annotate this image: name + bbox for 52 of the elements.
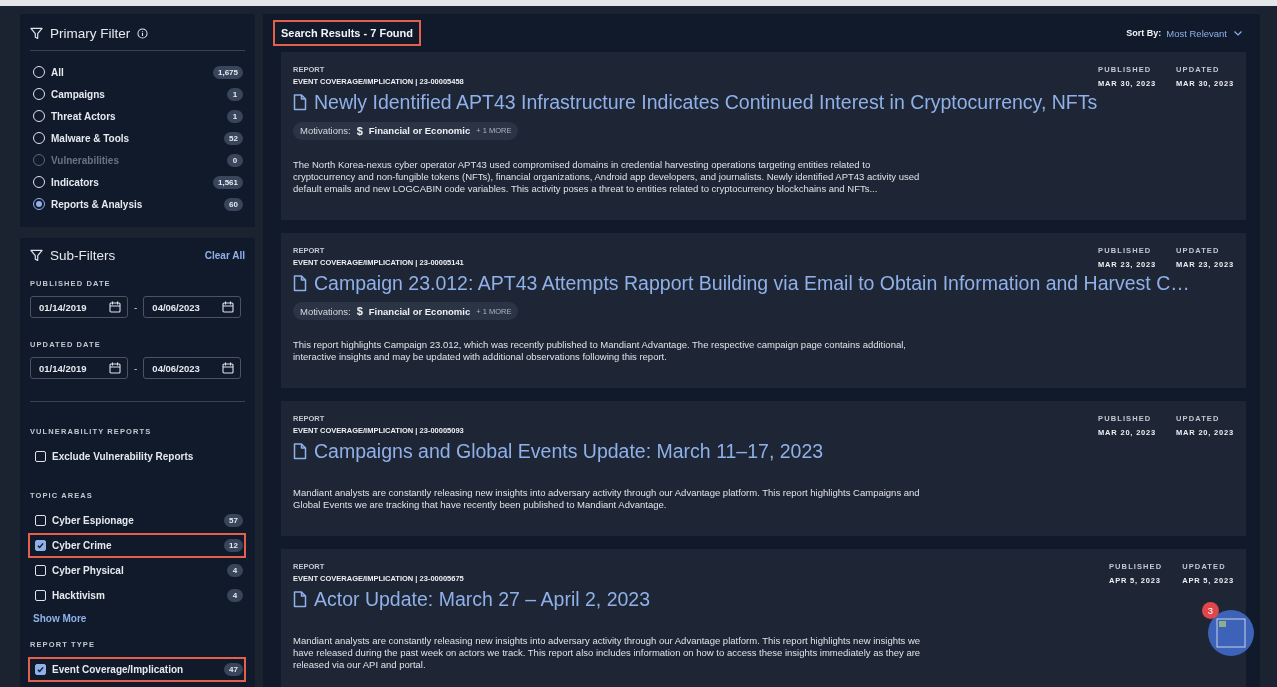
sort-label: Sort By: [1126, 28, 1162, 38]
tag-value: Financial or Economic [368, 125, 471, 136]
sort-dropdown[interactable]: Most Relevant [1166, 27, 1242, 39]
radio-label[interactable]: Indicators [51, 176, 213, 188]
count-badge: 4 [227, 589, 243, 602]
count-badge: 1,675 [212, 65, 243, 79]
tag-value: Financial or Economic [368, 305, 471, 317]
checkbox-label[interactable]: Cyber Physical [52, 565, 227, 576]
count-badge: 60 [224, 197, 243, 211]
date-separator: - [134, 362, 138, 374]
checkbox-label[interactable]: Cyber Espionage [52, 515, 225, 526]
radio-label[interactable]: Threat Actors [51, 110, 227, 122]
date-separator: - [134, 301, 138, 313]
dollar-symbol: $ [356, 305, 363, 317]
tag-label: Motivations: [300, 305, 351, 317]
date-field[interactable]: 01/14/2019 [30, 296, 128, 318]
report-summary: This report highlights Campaign 23.012, which was recently published to Mandiant Advantage. The respective campaign page contains additional, interactive insights and may be updated with additional observations following this report. [293, 339, 907, 363]
count-badge: 52 [224, 131, 243, 145]
count-badge: 1,561 [212, 175, 243, 189]
radio-label[interactable]: All [51, 66, 213, 78]
date-field[interactable]: 04/06/2023 [143, 357, 242, 379]
count-badge: 1 [227, 87, 243, 101]
report-summary: Mandiant analysts are constantly releasing new insights into adversary activity through our Advantage platform. This report highlights new insights we have released during the past week on actors we track. This report also includes information on how to access these insights immediately as they are released via our API and portal. [293, 635, 922, 671]
count-badge: 57 [224, 514, 243, 527]
checkbox-label[interactable]: Cyber Crime [52, 540, 225, 551]
count-badge: 0 [227, 153, 243, 167]
count-badge: 12 [224, 539, 243, 552]
report-title-link[interactable]: Campaign 23.012: APT43 Attempts Rapport Building via Email to Obtain Information and Harvest C… [314, 271, 1190, 295]
checkbox-label[interactable]: Exclude Vulnerability Reports [52, 451, 243, 462]
results-heading: Search Results - 7 Found [273, 20, 422, 46]
radio-label[interactable]: Reports & Analysis [51, 198, 225, 210]
count-badge: 4 [227, 564, 243, 577]
checkbox-label[interactable]: Event Coverage/Implication [52, 664, 225, 675]
date-field[interactable]: 04/06/2023 [143, 296, 242, 318]
radio-label: Vulnerabilities [51, 154, 120, 166]
checkbox-label[interactable]: Hacktivism [52, 590, 227, 601]
report-title-link[interactable]: Campaigns and Global Events Update: March 11–17, 2023 [314, 440, 824, 463]
report-title-link[interactable]: Actor Update: March 27 – April 2, 2023 [314, 588, 651, 611]
report-summary: The North Korea-nexus cyber operator APT43 used compromised domains in credential harvesting operations targeting entities related to cryptocurrency and non-fungible tokens (NFTs), financial organizations, Android app developers, and journalists. Newly identified APT43 activity used default emails and new LOGCABIN code variables. This activity poses a threat to entities related to cryptocurrency blockchains and NFTs... [293, 158, 921, 195]
count-badge: 1 [227, 109, 243, 123]
count-badge: 47 [224, 663, 243, 676]
dollar-symbol: $ [356, 124, 363, 137]
report-title-link[interactable]: Newly Identified APT43 Infrastructure Indicates Continued Interest in Cryptocurrency, NFTs [314, 91, 1098, 114]
date-field[interactable]: 01/14/2019 [30, 357, 128, 379]
show-more-link[interactable]: Show More [33, 613, 87, 624]
clear-all-link[interactable]: Clear All [204, 250, 245, 261]
report-summary: Mandiant analysts are constantly releasing new insights into adversary activity through our Advantage platform. This report highlights Campaigns and Global Events we are tracking that have recently been published to Mandiant Advantage. [293, 487, 921, 511]
radio-label[interactable]: Campaigns [51, 88, 227, 100]
panel-title: Primary Filter [50, 26, 131, 41]
panel-title: Sub-Filters [50, 248, 116, 263]
tag-label: Motivations: [300, 125, 351, 136]
radio-label[interactable]: Malware & Tools [51, 132, 225, 144]
